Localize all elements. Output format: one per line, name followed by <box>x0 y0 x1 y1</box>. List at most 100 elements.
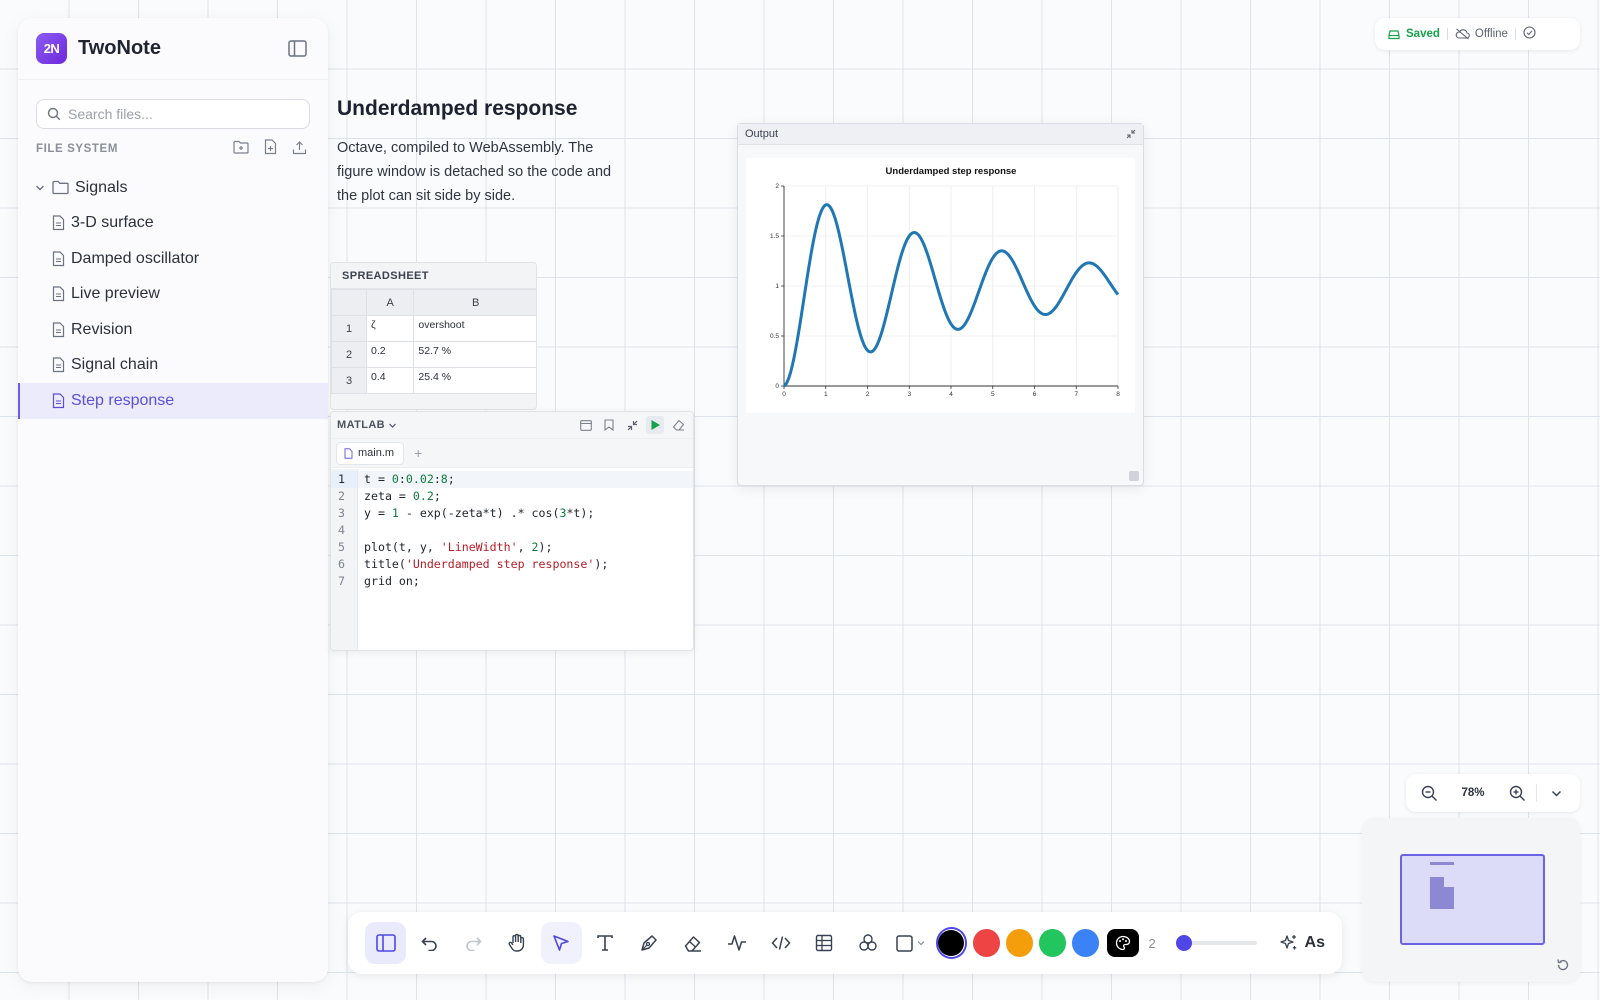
toggle-sidebar-tool[interactable] <box>365 922 407 964</box>
chevron-down-icon[interactable] <box>34 182 46 194</box>
file-label: Damped oscillator <box>71 249 200 267</box>
text-tool[interactable] <box>584 922 625 964</box>
bookmark-button[interactable] <box>600 416 618 434</box>
search-input[interactable] <box>68 106 288 122</box>
output-header[interactable]: Output <box>738 124 1143 145</box>
tab-main-m[interactable]: main.m <box>336 441 405 465</box>
minimap[interactable] <box>1362 818 1580 982</box>
file-icon <box>52 286 65 302</box>
zoom-out-button[interactable] <box>1416 780 1442 806</box>
file-item-3d-surface[interactable]: 3-D surface <box>18 206 328 242</box>
file-label: Step response <box>71 391 175 409</box>
cell[interactable]: overshoot <box>413 315 536 342</box>
eraser-tool[interactable] <box>672 922 713 964</box>
select-tool[interactable] <box>540 922 582 964</box>
color-swatch-green[interactable] <box>1038 929 1067 957</box>
code-line[interactable]: y = 1 - exp(-zeta*t) .* cos(3*t); <box>358 505 693 522</box>
slider-knob[interactable] <box>1175 935 1192 951</box>
new-folder-button[interactable] <box>232 138 250 156</box>
zoom-in-button[interactable] <box>1504 780 1530 806</box>
cell[interactable]: 52.7 % <box>413 341 536 368</box>
file-item-damped-oscillator[interactable]: Damped oscillator <box>18 241 328 277</box>
collapse-sidebar-button[interactable] <box>284 36 310 62</box>
color-swatch-blue[interactable] <box>1071 929 1100 957</box>
file-item-step-response[interactable]: Step response <box>18 383 328 419</box>
drawing-toolbar: 2 As <box>348 912 1342 974</box>
search-box[interactable] <box>36 99 310 129</box>
code-content[interactable]: t = 0:0.02:8; zeta = 0.2; y = 1 - exp(-z… <box>358 469 693 650</box>
color-swatch-orange[interactable] <box>1005 929 1034 957</box>
row-header[interactable]: 2 <box>331 341 367 368</box>
redo-button[interactable] <box>453 922 494 964</box>
minimap-viewport[interactable] <box>1400 854 1545 945</box>
hand-tool[interactable] <box>497 922 538 964</box>
stroke-width-slider[interactable] <box>1175 935 1257 951</box>
add-tab-button[interactable]: + <box>414 445 422 461</box>
toggle-panel-button[interactable] <box>577 416 595 434</box>
custom-color-button[interactable] <box>1106 929 1139 957</box>
code-line[interactable]: title('Underdamped step response'); <box>358 556 693 573</box>
spreadsheet-table: A B 1 ζ overshoot 2 0.2 52.7 % 3 0.4 25.… <box>331 289 536 394</box>
chevron-down-icon <box>389 423 396 428</box>
pen-tool[interactable] <box>628 922 669 964</box>
dock-output-button[interactable] <box>1126 129 1136 139</box>
code-line[interactable]: plot(t, y, 'LineWidth', 2); <box>358 539 693 556</box>
zoom-out-icon <box>1421 785 1437 801</box>
color-swatch-black[interactable] <box>935 927 968 959</box>
cell[interactable]: 0.4 <box>365 367 415 394</box>
note-title[interactable]: Underdamped response <box>337 97 577 121</box>
file-label: Live preview <box>71 285 160 303</box>
undo-button[interactable] <box>409 922 450 964</box>
folder-icon <box>52 180 69 195</box>
output-window[interactable]: Output Underdamped step response 0 1 2 3 4 5 6 7… <box>737 123 1144 486</box>
color-fill <box>938 930 965 956</box>
code-line[interactable]: t = 0:0.02:8; <box>358 471 693 488</box>
table-row: 3 0.4 25.4 % <box>331 367 536 394</box>
zoom-menu-button[interactable] <box>1543 780 1569 806</box>
file-tree: Signals 3-D surface Damped oscillator Li… <box>18 170 328 419</box>
code-line[interactable] <box>358 522 693 539</box>
sync-check-button[interactable] <box>1523 26 1536 42</box>
components-tool[interactable] <box>848 922 889 964</box>
minimize-button[interactable] <box>623 416 641 434</box>
sidebar: 2N TwoNote FILE SYSTEM Signals 3-D surfa… <box>18 18 328 982</box>
cell[interactable]: 0.2 <box>365 341 415 368</box>
ai-assist-button[interactable]: As <box>1279 933 1325 953</box>
column-header[interactable]: A <box>365 289 415 316</box>
upload-button[interactable] <box>290 138 308 156</box>
reset-view-button[interactable] <box>1556 958 1570 972</box>
clear-button[interactable] <box>669 416 687 434</box>
file-system-label: FILE SYSTEM <box>36 143 118 155</box>
color-swatch-red[interactable] <box>972 929 1001 957</box>
file-item-revision[interactable]: Revision <box>18 312 328 348</box>
zoom-level[interactable]: 78% <box>1442 787 1504 799</box>
spreadsheet-block[interactable]: SPREADSHEET A B 1 ζ overshoot 2 0.2 52.7… <box>330 262 537 410</box>
file-icon <box>52 215 65 231</box>
code-block-tool[interactable] <box>760 922 801 964</box>
line-number: 2 <box>338 489 345 503</box>
run-button[interactable] <box>646 416 664 434</box>
row-header[interactable]: 3 <box>331 367 367 394</box>
shape-select[interactable] <box>895 934 926 952</box>
waveform-tool[interactable] <box>716 922 757 964</box>
note-body[interactable]: Octave, compiled to WebAssembly. The fig… <box>337 136 622 208</box>
hand-icon <box>508 933 525 952</box>
row-header[interactable]: 1 <box>331 315 367 342</box>
new-file-button[interactable] <box>261 138 279 156</box>
chevron-down-icon <box>1551 790 1561 797</box>
editor-body[interactable]: 1 2 3 4 5 6 7 t = 0:0.02:8; zeta = 0.2; … <box>331 469 693 650</box>
undo-icon <box>420 937 437 951</box>
file-item-live-preview[interactable]: Live preview <box>18 277 328 313</box>
table-tool[interactable] <box>804 922 845 964</box>
file-item-signal-chain[interactable]: Signal chain <box>18 348 328 384</box>
cell[interactable]: 25.4 % <box>413 367 536 394</box>
code-line[interactable]: grid on; <box>358 573 693 590</box>
code-line[interactable]: zeta = 0.2; <box>358 488 693 505</box>
cell[interactable]: ζ <box>365 315 415 342</box>
folder-signals[interactable]: Signals <box>18 170 328 206</box>
upload-icon <box>292 140 306 154</box>
column-header[interactable]: B <box>413 289 536 316</box>
resize-handle[interactable] <box>1129 471 1139 481</box>
offline-status[interactable]: Offline <box>1455 28 1508 40</box>
language-select[interactable]: MATLAB <box>337 419 397 431</box>
